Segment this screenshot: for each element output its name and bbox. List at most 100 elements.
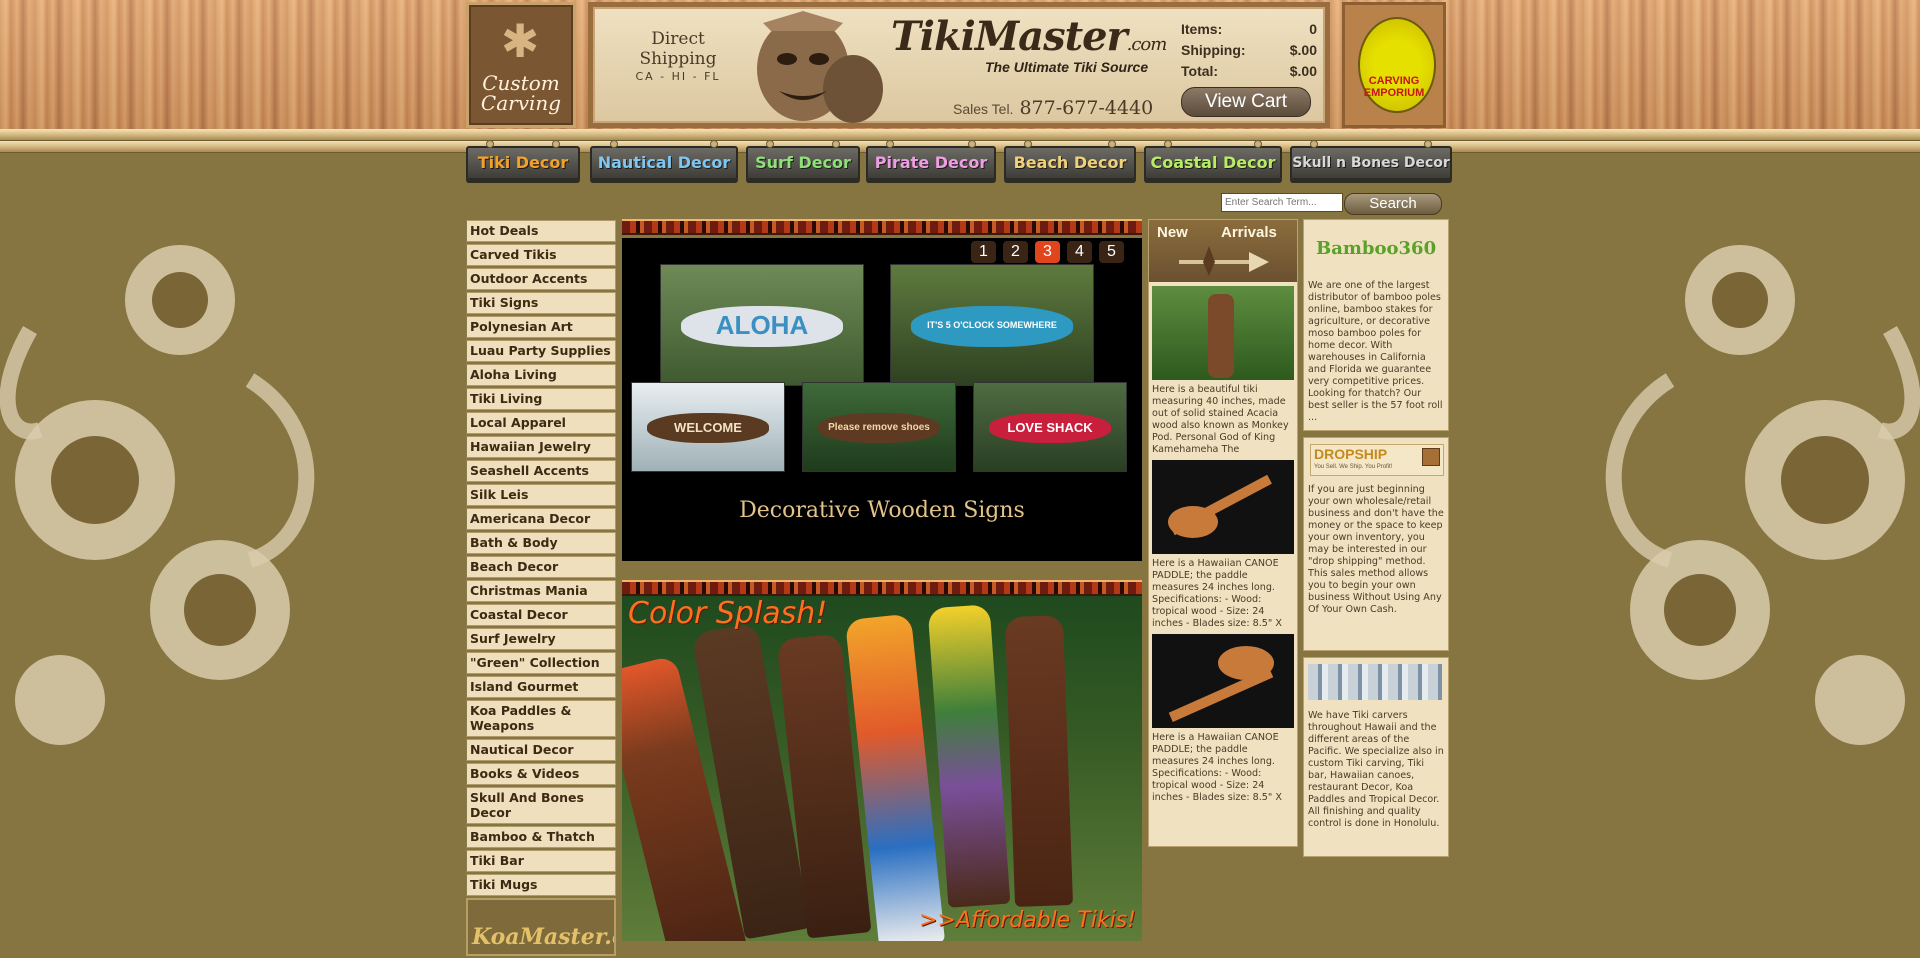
sidebar-item-outdoor-accents[interactable]: Outdoor Accents: [466, 268, 616, 290]
sidebar-item-coastal-decor[interactable]: Coastal Decor: [466, 604, 616, 626]
bamboo360-panel[interactable]: Bamboo360 We are one of the largest dist…: [1303, 219, 1449, 431]
nav-pirate-decor[interactable]: Pirate Decor: [866, 140, 996, 180]
nav-coastal-decor[interactable]: Coastal Decor: [1144, 140, 1282, 180]
sign-remove-shoes-text: Please remove shoes: [818, 412, 940, 443]
sidebar-item-tiki-mugs[interactable]: Tiki Mugs: [466, 874, 616, 896]
sign-aloha-text: ALOHA: [681, 305, 843, 347]
sidebar-item-island-gourmet[interactable]: Island Gourmet: [466, 676, 616, 698]
sidebar-item-surf-jewelry[interactable]: Surf Jewelry: [466, 628, 616, 650]
sign-remove-shoes-image: Please remove shoes: [802, 382, 956, 472]
sign-welcome-image: WELCOME: [631, 382, 785, 472]
affordable-tikis-link[interactable]: >>Affordable Tikis!: [919, 908, 1136, 933]
palm-icon: ✱: [500, 14, 540, 68]
sidebar-item-seashell-accents[interactable]: Seashell Accents: [466, 460, 616, 482]
site-logo[interactable]: TikiMaster.com: [891, 13, 1168, 60]
sidebar-item-skull-and-bones-decor[interactable]: Skull And Bones Decor: [466, 787, 616, 824]
sign-aloha-image: ALOHA: [660, 264, 864, 386]
category-nav: Tiki Decor Nautical Decor Surf Decor Pir…: [466, 136, 1452, 188]
hibiscus-swirl-decoration: [0, 245, 315, 745]
tiki-pole-image: [1004, 615, 1074, 907]
sidebar-item-bamboo-thatch[interactable]: Bamboo & Thatch: [466, 826, 616, 848]
carving-emporium-link[interactable]: CARVING EMPORIUM: [1342, 2, 1446, 128]
slide-caption: Decorative Wooden Signs: [739, 498, 1025, 523]
carving-emporium-label: CARVING EMPORIUM: [1363, 75, 1425, 99]
koamaster-banner[interactable]: KoaMaster.com: [466, 898, 616, 956]
sign-five-oclock-image: IT'S 5 O'CLOCK SOMEWHERE: [890, 264, 1094, 386]
logo-text: TikiMaster: [891, 13, 1128, 60]
color-splash-banner[interactable]: Color Splash! >>Affordable Tikis!: [622, 596, 1142, 941]
arrival-item[interactable]: Here is a Hawaiian CANOE PADDLE; the pad…: [1149, 456, 1297, 630]
sidebar-item-hot-deals[interactable]: Hot Deals: [466, 220, 616, 242]
search-button[interactable]: Search: [1344, 193, 1442, 215]
dropship-tagline: You Sell. We Ship. You Profit!: [1314, 464, 1393, 470]
slideshow[interactable]: 1 2 3 4 5 ALOHA IT'S 5 O'CLOCK SOMEWHERE…: [622, 238, 1142, 561]
cart-items-row: Items: 0: [1181, 21, 1317, 42]
bamboo360-description: We are one of the largest distributor of…: [1308, 280, 1443, 423]
sidebar-item-tiki-bar[interactable]: Tiki Bar: [466, 850, 616, 872]
sidebar-item-christmas-mania[interactable]: Christmas Mania: [466, 580, 616, 602]
nav-surf-decor[interactable]: Surf Decor: [746, 140, 860, 180]
sidebar-item-carved-tikis[interactable]: Carved Tikis: [466, 244, 616, 266]
cart-shipping-row: Shipping: $.00: [1181, 42, 1317, 63]
logo-domain: .com: [1126, 34, 1168, 55]
tiki-carvers-panel[interactable]: We have Tiki carvers throughout Hawaii a…: [1303, 657, 1449, 857]
sidebar-item-hawaiian-jewelry[interactable]: Hawaiian Jewelry: [466, 436, 616, 458]
cart-total-value: $.00: [1289, 63, 1317, 79]
sidebar-item-bath-body[interactable]: Bath & Body: [466, 532, 616, 554]
sign-love-shack-image: LOVE SHACK: [973, 382, 1127, 472]
sidebar-item-tiki-living[interactable]: Tiki Living: [466, 388, 616, 410]
nav-tiki-decor[interactable]: Tiki Decor: [466, 140, 580, 180]
arrival-paddle-image: [1152, 634, 1294, 728]
dropship-logo-text: DROPSHIP: [1314, 446, 1388, 462]
slide-page-2[interactable]: 2: [1003, 241, 1028, 263]
cart-shipping-value: $.00: [1289, 42, 1317, 58]
sidebar-item-tiki-signs[interactable]: Tiki Signs: [466, 292, 616, 314]
sidebar-item-green-collection[interactable]: "Green" Collection: [466, 652, 616, 674]
tapa-pattern-image: [1304, 658, 1448, 706]
cart-shipping-label: Shipping:: [1181, 42, 1246, 58]
carved-border: [622, 580, 1142, 596]
sidebar-item-books-videos[interactable]: Books & Videos: [466, 763, 616, 785]
sidebar-item-koa-paddles-weapons[interactable]: Koa Paddles & Weapons: [466, 700, 616, 737]
sidebar-item-aloha-living[interactable]: Aloha Living: [466, 364, 616, 386]
new-arrivals-panel: New Arrivals Here is a beautiful tiki me…: [1148, 219, 1298, 847]
view-cart-button[interactable]: View Cart: [1181, 87, 1311, 117]
sales-tel-label: Sales Tel.: [953, 101, 1014, 117]
slide-page-1[interactable]: 1: [971, 241, 996, 263]
sign-love-shack-text: LOVE SHACK: [989, 412, 1111, 443]
custom-carving-link[interactable]: ✱ Custom Carving: [466, 2, 576, 128]
cart-items-value: 0: [1309, 21, 1317, 37]
custom-carving-label: Custom Carving: [480, 71, 562, 115]
sidebar-item-beach-decor[interactable]: Beach Decor: [466, 556, 616, 578]
dropship-description: If you are just beginning your own whole…: [1308, 484, 1444, 615]
slide-page-3[interactable]: 3: [1035, 241, 1060, 263]
sidebar-item-polynesian-art[interactable]: Polynesian Art: [466, 316, 616, 338]
cart-total-row: Total: $.00: [1181, 63, 1317, 84]
arrival-paddle-image: [1152, 460, 1294, 554]
arrival-item[interactable]: Here is a beautiful tiki measuring 40 in…: [1149, 282, 1297, 456]
direct-shipping-label: Direct Shipping: [639, 29, 717, 69]
sidebar-item-local-apparel[interactable]: Local Apparel: [466, 412, 616, 434]
arrival-description: Here is a beautiful tiki measuring 40 in…: [1152, 384, 1289, 455]
bamboo360-logo-text: Bamboo360: [1316, 238, 1437, 259]
sidebar-item-silk-leis[interactable]: Silk Leis: [466, 484, 616, 506]
sidebar-item-luau-party-supplies[interactable]: Luau Party Supplies: [466, 340, 616, 362]
arrival-description: Here is a Hawaiian CANOE PADDLE; the pad…: [1152, 732, 1282, 803]
slide-page-5[interactable]: 5: [1099, 241, 1124, 263]
slide-page-4[interactable]: 4: [1067, 241, 1092, 263]
sidebar-item-nautical-decor[interactable]: Nautical Decor: [466, 739, 616, 761]
nav-skull-n-bones-decor[interactable]: Skull n Bones Decor: [1290, 140, 1452, 180]
arrival-item[interactable]: Here is a Hawaiian CANOE PADDLE; the pad…: [1149, 630, 1297, 804]
tagline: The Ultimate Tiki Source: [985, 59, 1149, 75]
nav-nautical-decor[interactable]: Nautical Decor: [590, 140, 738, 180]
dropship-panel[interactable]: DROPSHIP You Sell. We Ship. You Profit! …: [1303, 437, 1449, 651]
direct-shipping: Direct Shipping CA - HI - FL: [613, 29, 743, 83]
search-input[interactable]: [1221, 193, 1343, 212]
cart-summary: Items: 0 Shipping: $.00 Total: $.00: [1181, 21, 1317, 84]
nav-beach-decor[interactable]: Beach Decor: [1004, 140, 1136, 180]
new-arrivals-header: New Arrivals: [1149, 220, 1297, 282]
dropship-logo: DROPSHIP You Sell. We Ship. You Profit!: [1304, 438, 1448, 480]
tiki-pole-image: [927, 604, 1011, 908]
sidebar-item-americana-decor[interactable]: Americana Decor: [466, 508, 616, 530]
bamboo360-logo: Bamboo360: [1304, 220, 1448, 276]
